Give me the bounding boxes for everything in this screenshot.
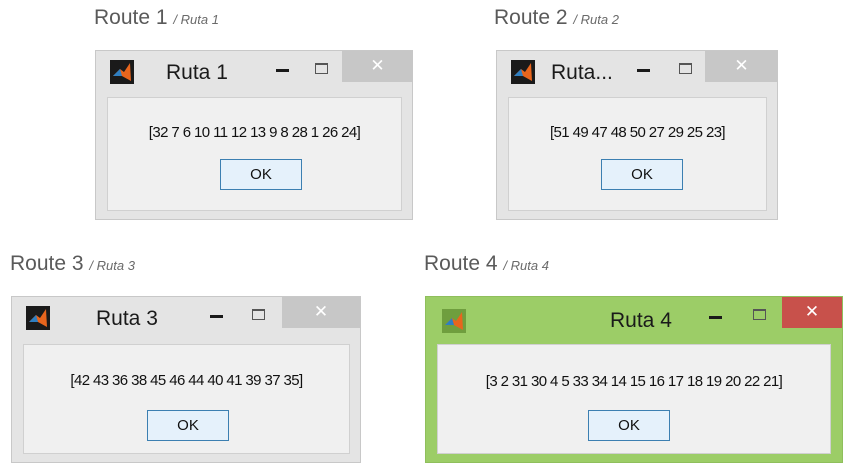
matlab-icon: [442, 309, 466, 333]
title-bar[interactable]: Ruta... ✕: [497, 51, 778, 91]
dialog-body: [51 49 47 48 50 27 29 25 23] OK: [508, 97, 767, 211]
title-bar[interactable]: Ruta 4 ✕: [426, 297, 842, 337]
dialog-body: [32 7 6 10 11 12 13 9 8 28 1 26 24] OK: [107, 97, 402, 211]
minimize-icon[interactable]: [705, 306, 727, 326]
dialog-body: [3 2 31 30 4 5 33 34 14 15 16 17 18 19 2…: [437, 344, 831, 454]
dialog-route-3: Ruta 3 ✕ [42 43 36 38 45 46 44 40 41 39 …: [11, 296, 361, 463]
route-2-caption-sub: / Ruta 2: [573, 12, 619, 27]
route-3-caption-sub: / Ruta 3: [89, 258, 135, 273]
ok-button[interactable]: OK: [147, 410, 229, 441]
route-1-caption-sub: / Ruta 1: [173, 12, 219, 27]
route-2-caption: Route 2 / Ruta 2: [494, 6, 619, 30]
close-icon[interactable]: ✕: [705, 51, 778, 82]
window-title: Ruta...: [551, 61, 613, 84]
route-message: [42 43 36 38 45 46 44 40 41 39 37 35]: [70, 372, 303, 389]
minimize-icon[interactable]: [272, 59, 294, 79]
route-4-caption-sub: / Ruta 4: [503, 258, 549, 273]
minimize-icon[interactable]: [633, 59, 655, 79]
route-1-caption-main: Route 1: [94, 6, 168, 29]
title-bar[interactable]: Ruta 1 ✕: [96, 51, 413, 91]
route-message: [32 7 6 10 11 12 13 9 8 28 1 26 24]: [148, 124, 361, 141]
maximize-icon[interactable]: [315, 63, 328, 74]
close-icon[interactable]: ✕: [342, 51, 413, 82]
route-1-caption: Route 1 / Ruta 1: [94, 6, 219, 30]
matlab-icon: [26, 306, 50, 330]
route-4-caption: Route 4 / Ruta 4: [424, 252, 549, 276]
maximize-icon[interactable]: [252, 309, 265, 320]
dialog-route-2: Ruta... ✕ [51 49 47 48 50 27 29 25 23] O…: [496, 50, 778, 220]
ok-button[interactable]: OK: [601, 159, 683, 190]
route-4-caption-main: Route 4: [424, 252, 498, 275]
maximize-icon[interactable]: [679, 63, 692, 74]
maximize-icon[interactable]: [753, 309, 766, 320]
window-title: Ruta 1: [166, 61, 228, 84]
ok-button[interactable]: OK: [220, 159, 302, 190]
route-3-caption: Route 3 / Ruta 3: [10, 252, 135, 276]
ok-button[interactable]: OK: [588, 410, 670, 441]
matlab-icon: [110, 60, 134, 84]
close-icon[interactable]: ✕: [282, 297, 360, 328]
route-message: [3 2 31 30 4 5 33 34 14 15 16 17 18 19 2…: [485, 373, 783, 390]
matlab-icon: [511, 60, 535, 84]
route-3-caption-main: Route 3: [10, 252, 84, 275]
title-bar[interactable]: Ruta 3 ✕: [12, 297, 360, 337]
window-title: Ruta 3: [96, 307, 158, 330]
dialog-route-4: Ruta 4 ✕ [3 2 31 30 4 5 33 34 14 15 16 1…: [425, 296, 843, 463]
dialog-body: [42 43 36 38 45 46 44 40 41 39 37 35] OK: [23, 344, 350, 454]
close-icon[interactable]: ✕: [782, 297, 842, 328]
route-message: [51 49 47 48 50 27 29 25 23]: [549, 124, 726, 141]
route-2-caption-main: Route 2: [494, 6, 568, 29]
dialog-route-1: Ruta 1 ✕ [32 7 6 10 11 12 13 9 8 28 1 26…: [95, 50, 413, 220]
minimize-icon[interactable]: [206, 305, 228, 325]
window-title: Ruta 4: [610, 309, 672, 332]
